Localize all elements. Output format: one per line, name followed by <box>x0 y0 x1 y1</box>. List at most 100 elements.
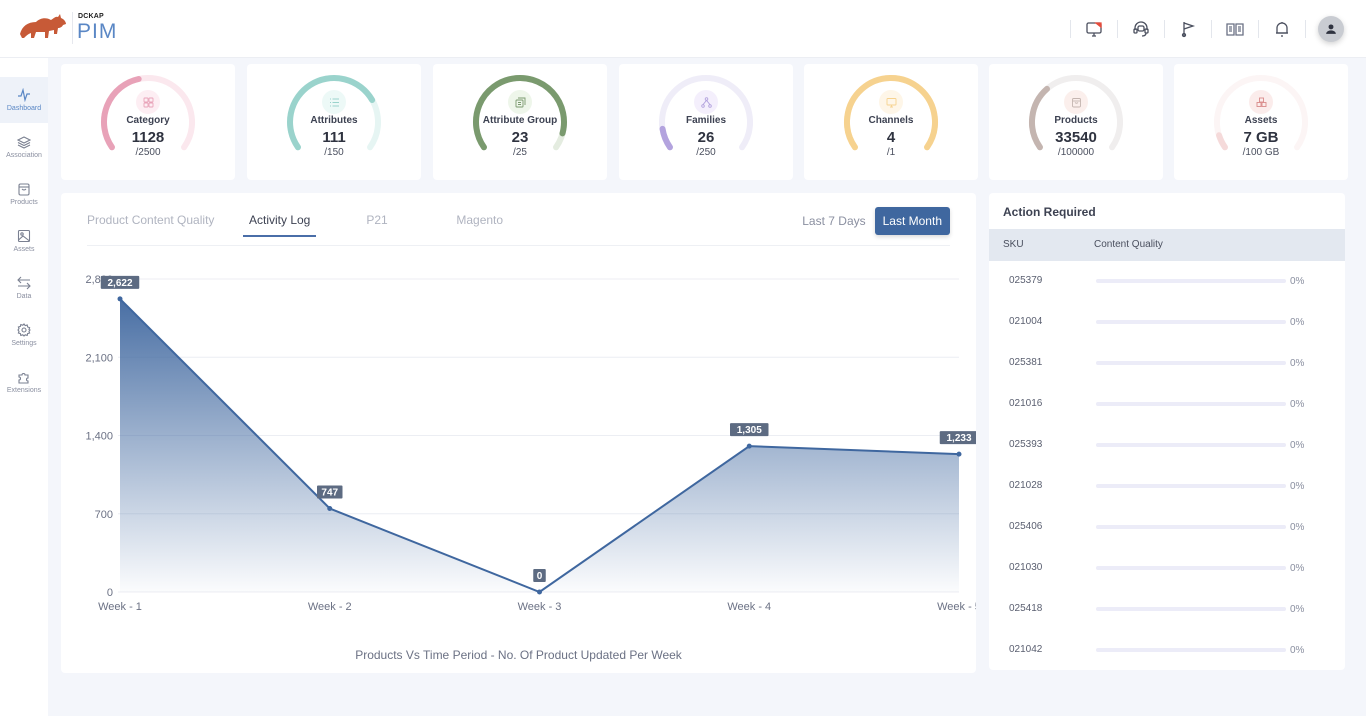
table-row[interactable]: 025381 0% <box>989 356 1345 397</box>
sku-cell[interactable]: 021030 <box>1009 561 1042 575</box>
notifications-button[interactable] <box>1259 12 1305 46</box>
stat-card-assets[interactable]: Assets 7 GB /100 GB <box>1174 64 1348 180</box>
y-tick-label: 700 <box>95 509 113 521</box>
flag-button[interactable] <box>1165 12 1211 46</box>
sku-cell[interactable]: 025406 <box>1009 520 1042 534</box>
stat-value: 1128 <box>131 129 165 146</box>
sidebar-item-association[interactable]: Association <box>0 124 48 170</box>
table-row[interactable]: 021004 0% <box>989 315 1345 356</box>
action-required-panel: Action Required SKU Content Quality 0253… <box>989 193 1345 670</box>
tab-product-content-quality[interactable]: Product Content Quality <box>87 213 249 235</box>
content-quality-bar <box>1096 648 1286 652</box>
stat-max: /100 GB <box>1242 147 1280 158</box>
tab-magento[interactable]: Magento <box>456 213 503 235</box>
stat-card-attribute-group[interactable]: Attribute Group 23 /25 <box>433 64 607 180</box>
table-row[interactable]: 025393 0% <box>989 438 1345 479</box>
content-quality-bar <box>1096 484 1286 488</box>
support-button[interactable] <box>1118 12 1164 46</box>
content-quality-percent: 0% <box>1290 481 1305 492</box>
data-point <box>327 505 333 511</box>
stat-card-channels[interactable]: Channels 4 /1 <box>804 64 978 180</box>
table-row[interactable]: 025418 0% <box>989 602 1345 643</box>
stat-card-families[interactable]: Families 26 /250 <box>619 64 793 180</box>
data-point <box>537 589 542 595</box>
tab-p21[interactable]: P21 <box>366 213 456 235</box>
data-label: 747 <box>321 487 338 498</box>
action-required-title: Action Required <box>1003 205 1096 219</box>
brand-company: DCKAP <box>78 13 104 20</box>
table-row[interactable]: 021028 0% <box>989 479 1345 520</box>
stat-card-attributes[interactable]: Attributes 111 /150 <box>247 64 421 180</box>
stat-icon-container <box>694 90 718 114</box>
sku-cell[interactable]: 025381 <box>1009 356 1042 370</box>
action-table-header: SKU Content Quality <box>989 229 1345 261</box>
stat-value: 111 <box>322 129 346 146</box>
table-row[interactable]: 025406 0% <box>989 520 1345 561</box>
content-quality-percent: 0% <box>1290 317 1305 328</box>
x-tick-label: Week - 4 <box>727 601 771 613</box>
content-quality-bar <box>1096 320 1286 324</box>
table-row[interactable]: 021042 0% <box>989 643 1345 670</box>
tab-activity-log[interactable]: Activity Log <box>242 213 317 237</box>
stat-value: 23 <box>511 129 529 146</box>
x-tick-label: Week - 3 <box>518 601 562 613</box>
table-row[interactable]: 025379 0% <box>989 274 1345 315</box>
column-header-content-quality: Content Quality <box>1094 239 1163 250</box>
stat-label: Attributes <box>310 115 358 126</box>
data-label: 0 <box>537 571 543 582</box>
last-month-button[interactable]: Last Month <box>874 207 950 235</box>
sku-cell[interactable]: 025393 <box>1009 438 1042 452</box>
content-quality-percent: 0% <box>1290 522 1305 533</box>
sku-cell[interactable]: 021028 <box>1009 479 1042 493</box>
content-quality-percent: 0% <box>1290 399 1305 410</box>
sidebar-item-label: Dashboard <box>6 105 42 112</box>
sku-cell[interactable]: 025418 <box>1009 602 1042 616</box>
stat-card-products[interactable]: Products 33540 /100000 <box>989 64 1163 180</box>
sku-cell[interactable]: 021016 <box>1009 397 1042 411</box>
flag-icon <box>1181 22 1196 38</box>
stat-card-category[interactable]: Category 1128 /2500 <box>61 64 235 180</box>
image-icon <box>17 229 31 243</box>
stat-max: /250 <box>696 147 716 158</box>
stat-icon-container <box>136 90 160 114</box>
bell-icon <box>1276 22 1288 37</box>
last-7-days-button[interactable]: Last 7 Days <box>802 214 865 228</box>
stat-icon-container <box>879 90 903 114</box>
sidebar-item-dashboard[interactable]: Dashboard <box>0 77 48 123</box>
stat-icon-container <box>322 90 346 114</box>
hierarchy-icon <box>700 96 712 108</box>
stat-icon-container <box>508 90 532 114</box>
book-icon <box>1226 23 1244 36</box>
stat-label: Products <box>1054 115 1098 126</box>
monitor-notification-button[interactable] <box>1071 12 1117 46</box>
user-avatar-button[interactable] <box>1318 16 1344 42</box>
sidebar-item-label: Association <box>6 152 42 159</box>
content-quality-percent: 0% <box>1290 358 1305 369</box>
table-row[interactable]: 021030 0% <box>989 561 1345 602</box>
sku-cell[interactable]: 021004 <box>1009 315 1042 329</box>
rhino-logo-icon[interactable] <box>18 12 68 42</box>
sidebar: Dashboard Association Products Assets Da… <box>0 58 48 716</box>
x-tick-label: Week - 2 <box>308 601 352 613</box>
sidebar-item-products[interactable]: Products <box>0 171 48 217</box>
stat-value: 26 <box>697 129 715 146</box>
documentation-button[interactable] <box>1212 12 1258 46</box>
sidebar-item-extensions[interactable]: Extensions <box>0 359 48 405</box>
stat-label: Families <box>685 115 727 126</box>
arrows-exchange-icon <box>17 276 31 290</box>
content-quality-bar <box>1096 279 1286 283</box>
sku-cell[interactable]: 025379 <box>1009 274 1042 288</box>
sidebar-item-label: Products <box>10 199 38 206</box>
sku-cell[interactable]: 021042 <box>1009 643 1042 657</box>
data-point <box>956 451 962 457</box>
table-row[interactable]: 021016 0% <box>989 397 1345 438</box>
sidebar-item-data[interactable]: Data <box>0 265 48 311</box>
list-icon <box>329 98 339 106</box>
divider <box>1305 20 1306 38</box>
y-tick-label: 0 <box>107 587 113 599</box>
chart-tabs: Product Content Quality Activity Log P21… <box>87 213 503 237</box>
sidebar-item-assets[interactable]: Assets <box>0 218 48 264</box>
data-label: 2,622 <box>107 278 132 289</box>
content-quality-bar <box>1096 361 1286 365</box>
sidebar-item-settings[interactable]: Settings <box>0 312 48 358</box>
